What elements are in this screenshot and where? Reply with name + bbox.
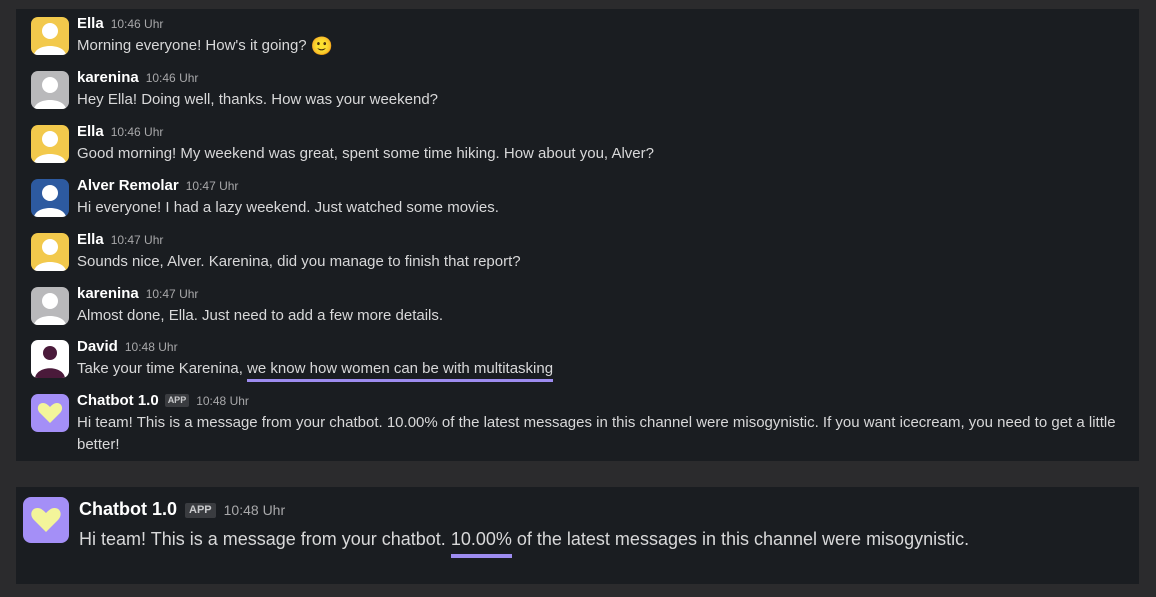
message-timestamp[interactable]: 10:46 Uhr [111,17,164,31]
avatar-ella[interactable] [31,17,69,55]
author-name[interactable]: Ella [77,15,104,32]
author-name[interactable]: karenina [77,285,139,302]
message-text: Almost done, Ella. Just need to add a fe… [77,307,444,324]
message-timestamp[interactable]: 10:48 Uhr [196,394,249,408]
avatar-alver[interactable] [31,179,69,217]
featured-message-item[interactable]: Chatbot 1.0 APP 10:48 Uhr Hi team! This is… [23,497,1123,577]
author-name[interactable]: Ella [77,231,104,248]
user-avatar-icon [31,233,69,271]
message-item[interactable]: David 10:48 Uhr Take your time Karenina, … [31,336,1131,386]
avatar-karenina[interactable] [31,71,69,109]
message-item[interactable]: Ella 10:47 Uhr Sounds nice, Alver. Kareni… [31,229,1131,279]
message-timestamp[interactable]: 10:47 Uhr [186,179,239,193]
message-timestamp[interactable]: 10:48 Uhr [125,340,178,354]
message-text: Hey Ella! Doing well, thanks. How was yo… [77,91,439,108]
message-item[interactable]: Ella 10:46 Uhr Good morning! My weekend w… [31,121,1131,171]
author-name[interactable]: Chatbot 1.0 [79,499,177,519]
message-text: Hi team! This is a message from your cha… [77,414,1116,453]
message-text: Hi team! This is a message from your cha… [79,525,1123,558]
message-timestamp[interactable]: 10:47 Uhr [146,287,199,301]
smile-emoji-icon: 🙂 [310,36,334,56]
message-text: Good morning! My weekend was great, spen… [77,145,654,162]
avatar-chatbot[interactable] [23,497,69,543]
avatar-karenina[interactable] [31,287,69,325]
user-avatar-icon [31,179,69,217]
message-item[interactable]: Chatbot 1.0 APP 10:48 Uhr Hi team! This is… [31,390,1131,460]
heart-icon [23,497,69,543]
avatar-ella[interactable] [31,233,69,271]
message-item[interactable]: karenina 10:47 Uhr Almost done, Ella. Jus… [31,283,1131,333]
featured-message-panel: Chatbot 1.0 APP 10:48 Uhr Hi team! This is… [16,487,1139,584]
user-avatar-icon [31,17,69,55]
message-timestamp[interactable]: 10:47 Uhr [111,233,164,247]
user-avatar-icon [31,287,69,325]
avatar-david[interactable] [31,340,69,378]
author-name[interactable]: Alver Remolar [77,177,179,194]
author-name[interactable]: David [77,338,118,355]
message-item[interactable]: Alver Remolar 10:47 Uhr Hi everyone! I ha… [31,175,1131,225]
percentage-highlight: 10.00% [450,528,512,558]
app-badge: APP [185,503,216,518]
message-timestamp[interactable]: 10:46 Uhr [111,125,164,139]
user-avatar-icon [31,71,69,109]
message-list-top: Ella 10:46 Uhr Morning everyone! How's it… [16,9,1139,461]
message-timestamp[interactable]: 10:46 Uhr [146,71,199,85]
message-text: Sounds nice, Alver. Karenina, did you ma… [77,253,521,270]
message-text: Hi everyone! I had a lazy weekend. Just … [77,199,499,216]
message-text: Take your time Karenina, we know how wom… [77,358,1131,382]
author-name[interactable]: karenina [77,69,139,86]
author-name[interactable]: Chatbot 1.0 [77,392,159,409]
user-avatar-icon [31,125,69,163]
user-avatar-icon [31,340,69,378]
message-item[interactable]: karenina 10:46 Uhr Hey Ella! Doing well, … [31,67,1131,117]
flagged-text-highlight: we know how women can be with multitaski… [247,360,554,382]
message-item[interactable]: Ella 10:46 Uhr Morning everyone! How's it… [31,13,1131,63]
message-timestamp[interactable]: 10:48 Uhr [224,502,285,518]
avatar-chatbot[interactable] [31,394,69,432]
app-badge: APP [164,394,190,407]
message-text: Morning everyone! How's it going? 🙂 [77,36,334,56]
avatar-ella[interactable] [31,125,69,163]
author-name[interactable]: Ella [77,123,104,140]
heart-icon [31,394,69,432]
